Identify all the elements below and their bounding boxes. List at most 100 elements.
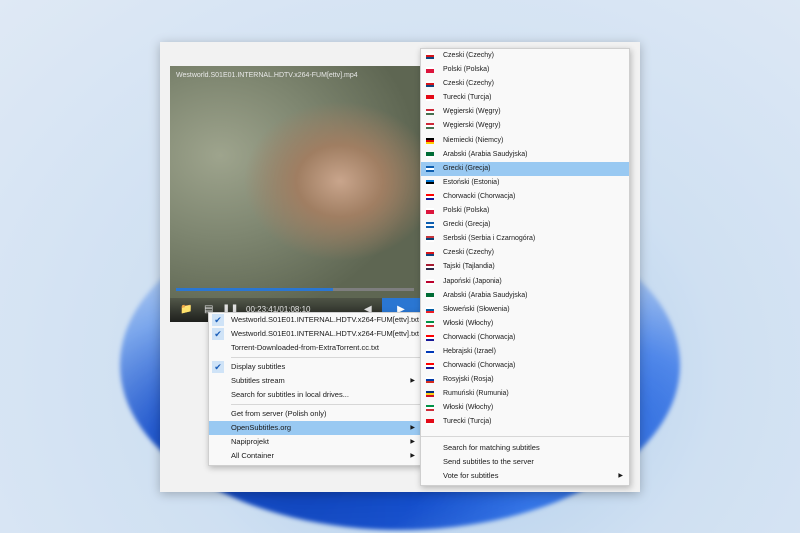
language-label: Czeski (Czechy) — [443, 249, 494, 257]
flag-icon — [426, 151, 434, 158]
language-item[interactable]: Grecki (Grecja) — [421, 218, 629, 232]
language-item[interactable]: Węgierski (Węgry) — [421, 119, 629, 133]
language-item[interactable]: Tajski (Tajlandia) — [421, 260, 629, 274]
language-label: Polski (Polska) — [443, 207, 490, 215]
video-area[interactable]: Westworld.S01E01.INTERNAL.HDTV.x264-FUM[… — [170, 66, 420, 322]
language-label: Chorwacki (Chorwacja) — [443, 333, 516, 341]
opensubtitles-action-item[interactable]: Send subtitles to the server — [421, 455, 629, 469]
context-menu-item[interactable]: OpenSubtitles.org ▶ — [209, 421, 421, 435]
language-label: Rosyjski (Rosja) — [443, 376, 494, 384]
context-menu-item[interactable]: ✔ Display subtitles — [209, 360, 421, 374]
context-menu-item-label: Subtitles stream — [231, 376, 285, 385]
language-item[interactable]: Słoweński (Słowenia) — [421, 303, 629, 317]
context-menu-item[interactable]: Search for subtitles in local drives... — [209, 388, 421, 402]
opensubtitles-submenu: Czeski (Czechy) Polski (Polska) Czeski (Cz… — [420, 48, 630, 486]
context-menu-item-label: Westworld.S01E01.INTERNAL.HDTV.x264-FUM[… — [231, 315, 419, 324]
opensubtitles-action-item[interactable]: Vote for subtitles ▶ — [421, 469, 629, 483]
language-label: Chorwacki (Chorwacja) — [443, 192, 516, 200]
flag-icon — [426, 137, 434, 144]
language-item[interactable]: Chorwacki (Chorwacja) — [421, 359, 629, 373]
context-menu-item[interactable]: All Container ▶ — [209, 449, 421, 463]
flag-icon — [426, 222, 434, 229]
language-label: Tajski (Tajlandia) — [443, 263, 495, 271]
language-item[interactable]: Chorwacki (Chorwacja) — [421, 331, 629, 345]
flag-icon — [426, 405, 434, 412]
context-menu-item-label: All Container — [231, 451, 274, 460]
submenu-arrow-icon: ▶ — [618, 472, 623, 479]
language-label: Arabski (Arabia Saudyjska) — [443, 291, 528, 299]
context-menu-item[interactable]: Napiprojekt ▶ — [209, 435, 421, 449]
flag-icon — [426, 391, 434, 398]
language-item[interactable]: Niemiecki (Niemcy) — [421, 134, 629, 148]
language-label: Arabski (Arabia Saudyjska) — [443, 150, 528, 158]
language-label: Węgierski (Węgry) — [443, 122, 501, 130]
language-item[interactable]: Estoński (Estonia) — [421, 176, 629, 190]
language-item[interactable]: Czeski (Czechy) — [421, 77, 629, 91]
language-item[interactable]: Czeski (Czechy) — [421, 49, 629, 63]
action-label: Vote for subtitles — [443, 470, 499, 480]
flag-icon — [426, 348, 434, 355]
language-item[interactable]: Czeski (Czechy) — [421, 246, 629, 260]
language-item[interactable]: Grecki (Grecja) — [421, 161, 629, 176]
language-label: Chorwacki (Chorwacja) — [443, 362, 516, 370]
submenu-arrow-icon: ▶ — [410, 378, 415, 384]
language-item[interactable]: Włoski (Włochy) — [421, 401, 629, 415]
language-label: Grecki (Grecja) — [443, 221, 491, 229]
context-menu-item[interactable]: Torrent-Downloaded-from-ExtraTorrent.cc.… — [209, 341, 421, 355]
flag-icon — [426, 334, 434, 341]
language-label: Turecki (Turcja) — [443, 418, 492, 426]
context-menu-item[interactable]: ✔ Westworld.S01E01.INTERNAL.HDTV.x264-FUM… — [209, 313, 421, 327]
context-menu-item-label: Westworld.S01E01.INTERNAL.HDTV.x264-FUM[… — [231, 329, 419, 338]
language-item[interactable]: Rosyjski (Rosja) — [421, 373, 629, 387]
check-icon: ✔ — [212, 328, 224, 340]
flag-icon — [426, 165, 434, 172]
language-item[interactable]: Arabski (Arabia Saudyjska) — [421, 148, 629, 162]
submenu-arrow-icon: ▶ — [410, 439, 415, 445]
context-menu-item-label: Napiprojekt — [231, 437, 269, 446]
flag-icon — [426, 320, 434, 327]
language-item[interactable]: Włoski (Włochy) — [421, 317, 629, 331]
opensubtitles-actions: Search for matching subtitles Send subtit… — [421, 441, 629, 483]
context-menu-item-label: Get from server (Polish only) — [231, 409, 327, 418]
context-menu-item[interactable]: Subtitles stream ▶ — [209, 374, 421, 388]
subtitles-context-menu: ✔ Westworld.S01E01.INTERNAL.HDTV.x264-FUM… — [208, 312, 422, 466]
language-item[interactable]: Rumuński (Rumunia) — [421, 387, 629, 401]
language-item[interactable]: Polski (Polska) — [421, 204, 629, 218]
language-label: Polski (Polska) — [443, 66, 490, 74]
submenu-arrow-icon: ▶ — [410, 453, 415, 459]
flag-icon — [426, 363, 434, 370]
flag-icon — [426, 81, 434, 88]
folder-icon[interactable]: 📁 — [180, 304, 192, 315]
language-label: Serbski (Serbia i Czarnogóra) — [443, 235, 536, 243]
flag-icon — [426, 306, 434, 313]
language-item[interactable]: Turecki (Turcja) — [421, 415, 629, 429]
language-label: Czeski (Czechy) — [443, 80, 494, 88]
flag-icon — [426, 377, 434, 384]
language-label: Włoski (Włochy) — [443, 404, 494, 412]
check-icon: ✔ — [212, 361, 224, 373]
flag-icon — [426, 95, 434, 102]
language-label: Hebrajski (Izrael) — [443, 347, 496, 355]
language-item[interactable]: Turecki (Turcja) — [421, 91, 629, 105]
language-label: Turecki (Turcja) — [443, 94, 492, 102]
language-item[interactable]: Polski (Polska) — [421, 63, 629, 77]
language-label: Estoński (Estonia) — [443, 178, 500, 186]
context-menu-item[interactable]: ✔ Westworld.S01E01.INTERNAL.HDTV.x264-FUM… — [209, 327, 421, 341]
seek-bar[interactable] — [176, 288, 414, 291]
flag-icon — [426, 67, 434, 74]
language-label: Włoski (Włochy) — [443, 319, 494, 327]
language-label: Grecki (Grecja) — [443, 164, 491, 172]
language-item[interactable]: Arabski (Arabia Saudyjska) — [421, 289, 629, 303]
context-menu-item[interactable]: Get from server (Polish only) — [209, 407, 421, 421]
separator — [421, 435, 629, 437]
language-item[interactable]: Węgierski (Węgry) — [421, 105, 629, 119]
language-item[interactable]: Chorwacki (Chorwacja) — [421, 190, 629, 204]
language-label: Niemiecki (Niemcy) — [443, 136, 504, 144]
language-item[interactable]: Serbski (Serbia i Czarnogóra) — [421, 232, 629, 246]
language-item[interactable]: Japoński (Japonia) — [421, 275, 629, 289]
flag-icon — [426, 236, 434, 243]
flag-icon — [426, 278, 434, 285]
language-item[interactable]: Hebrajski (Izrael) — [421, 345, 629, 359]
context-menu-item-label: Search for subtitles in local drives... — [231, 390, 349, 399]
opensubtitles-action-item[interactable]: Search for matching subtitles — [421, 441, 629, 455]
